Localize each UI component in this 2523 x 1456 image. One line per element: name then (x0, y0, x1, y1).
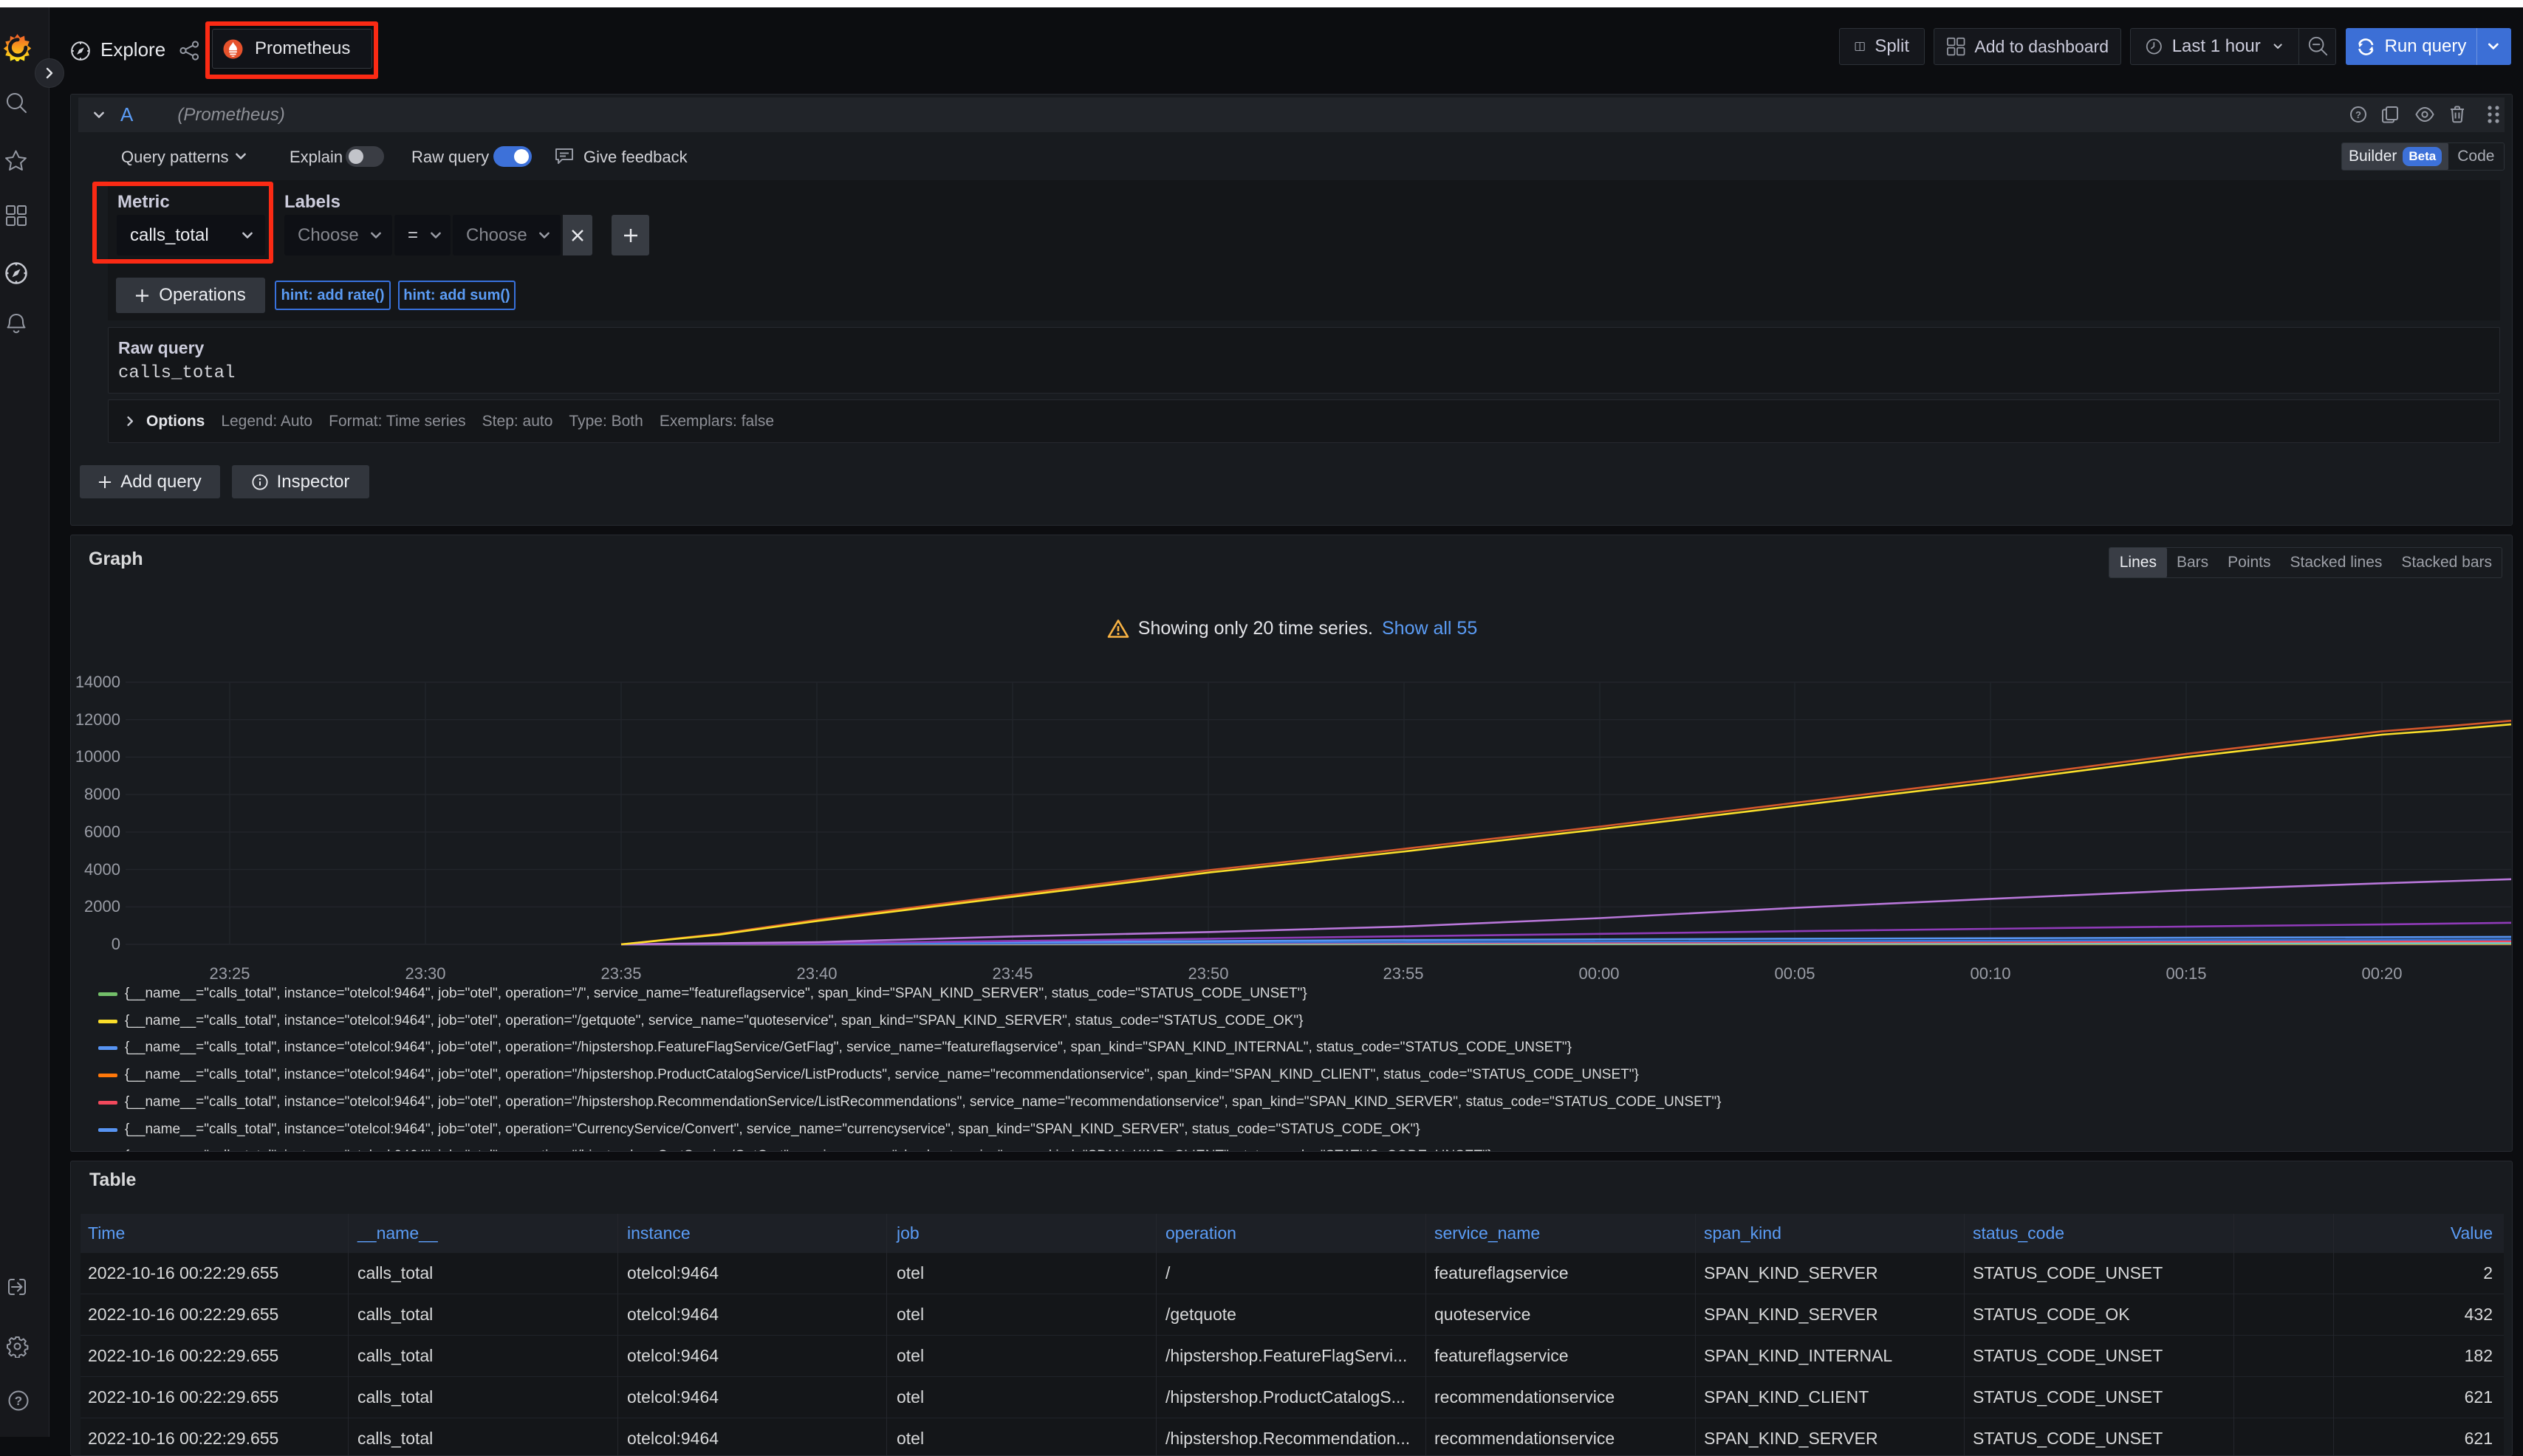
svg-text:?: ? (15, 1394, 22, 1408)
svg-text:?: ? (2355, 109, 2361, 120)
